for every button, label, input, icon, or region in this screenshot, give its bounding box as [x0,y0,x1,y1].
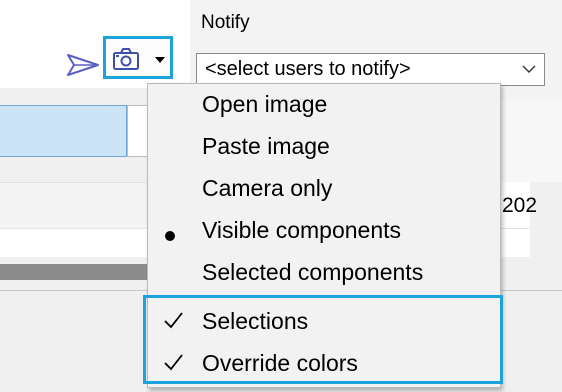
menu-item-camera-only[interactable]: Camera only [148,168,500,210]
notify-label: Notify [201,12,250,33]
notify-select-value: <select users to notify> [205,58,411,80]
grid-cell[interactable] [127,105,149,157]
menu-item-visible-components[interactable]: Visible components [148,210,500,252]
camera-dropdown-button[interactable] [103,36,173,79]
selected-grid-cell[interactable] [0,105,127,157]
menu-item-selected-components[interactable]: Selected components [148,252,500,294]
menu-item-paste-image[interactable]: Paste image [148,126,500,168]
menu-item-label: Camera only [202,175,333,201]
menu-item-label: Paste image [202,133,330,159]
menu-item-open-image[interactable]: Open image [148,84,500,126]
menu-item-label: Open image [202,91,328,117]
send-icon[interactable] [66,52,100,78]
table-cell-text: 202 [502,194,538,217]
chevron-down-icon [522,62,536,76]
menu-item-label: Visible components [202,217,402,243]
highlight-frame [143,295,503,384]
bullet-icon [165,231,175,241]
caret-down-icon [155,57,165,63]
grid-header-strip [500,100,562,182]
menu-item-label: Selected components [202,259,424,285]
notify-users-select[interactable]: <select users to notify> [196,53,545,86]
